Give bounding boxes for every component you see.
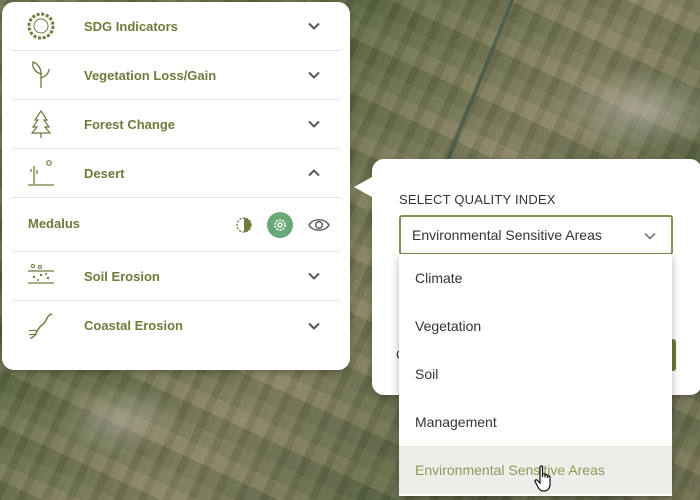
layer-label: Desert [84, 165, 125, 181]
layer-row-forest-change[interactable]: Forest Change [12, 100, 340, 149]
selected-value: Environmental Sensitive Areas [412, 227, 602, 243]
layer-row-coastal-erosion[interactable]: Coastal Erosion [12, 301, 340, 350]
opacity-icon[interactable] [231, 212, 257, 238]
layer-label: SDG Indicators [84, 18, 178, 34]
soil-icon [26, 261, 56, 291]
layer-row-desert[interactable]: Desert [12, 149, 340, 198]
dropdown-option-vegetation[interactable]: Vegetation [399, 302, 672, 350]
chevron-down-icon[interactable] [306, 67, 322, 83]
layer-row-vegetation-loss-gain[interactable]: Vegetation Loss/Gain [12, 51, 340, 100]
layer-label: Coastal Erosion [84, 318, 183, 333]
chevron-down-icon[interactable] [306, 116, 322, 132]
sublayer-label: Medalus [28, 216, 81, 231]
map-canal [445, 0, 515, 160]
layer-label: Vegetation Loss/Gain [84, 67, 217, 83]
layer-row-soil-erosion[interactable]: Soil Erosion [12, 252, 340, 301]
hand-cursor-icon [533, 465, 555, 493]
chevron-down-icon[interactable] [306, 18, 322, 34]
chevron-down-icon [643, 229, 657, 243]
dropdown-option-management[interactable]: Management [399, 398, 672, 446]
sprout-icon [26, 60, 56, 90]
settings-icon[interactable] [267, 212, 293, 238]
desert-icon [26, 158, 56, 188]
coast-icon [26, 311, 56, 341]
dropdown-option-climate[interactable]: Climate [399, 254, 672, 302]
chevron-down-icon[interactable] [306, 318, 322, 334]
layers-panel: SDG Indicators Vegetation Loss/Gain Fore… [2, 2, 350, 370]
layer-row-sdg-indicators[interactable]: SDG Indicators [12, 2, 340, 51]
quality-index-dropdown: Climate Vegetation Soil Management Envir… [399, 254, 672, 496]
tree-icon [26, 109, 56, 139]
quality-index-select[interactable]: Environmental Sensitive Areas [399, 215, 673, 255]
dropdown-option-soil[interactable]: Soil [399, 350, 672, 398]
visibility-icon[interactable] [306, 212, 332, 238]
sublayer-row-medalus[interactable]: Medalus [12, 198, 340, 252]
layer-label: Soil Erosion [84, 268, 160, 284]
layer-label: Forest Change [84, 116, 176, 132]
popover-title: SELECT QUALITY INDEX [399, 192, 556, 207]
chevron-up-icon[interactable] [306, 165, 322, 181]
sdg-wheel-icon [26, 11, 56, 41]
chevron-down-icon[interactable] [306, 268, 322, 284]
